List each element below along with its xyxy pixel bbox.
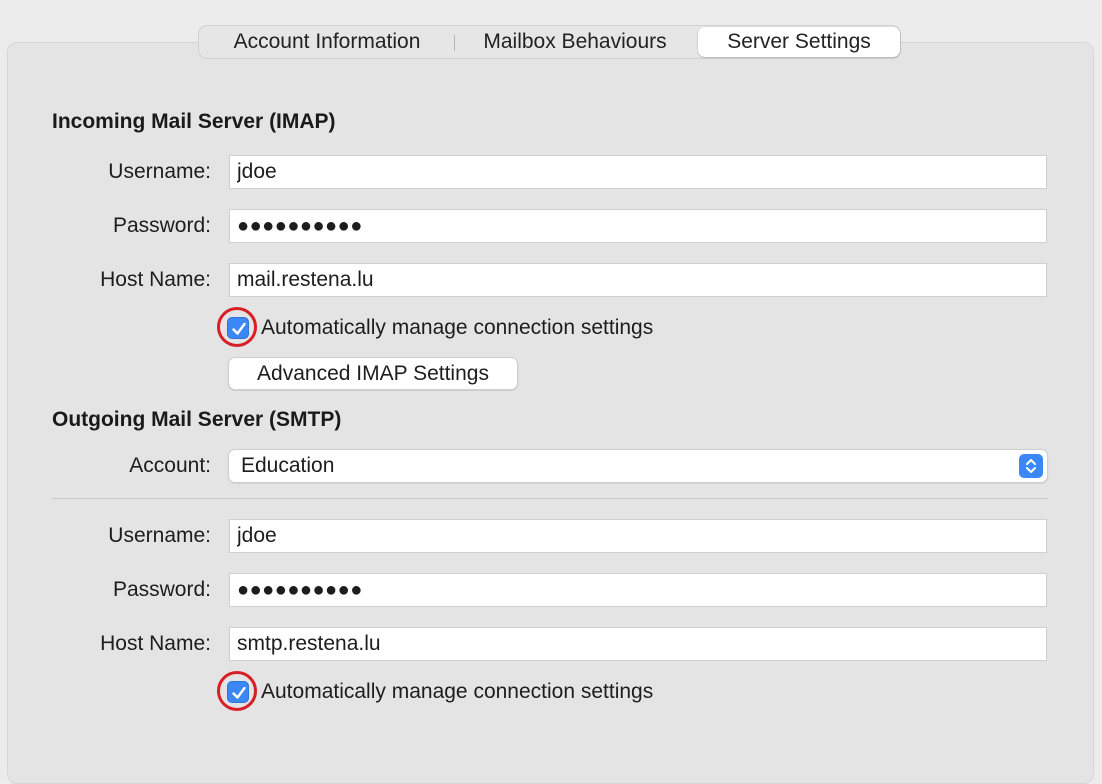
- tab-account-information[interactable]: Account Information: [201, 26, 453, 58]
- incoming-username-field[interactable]: [229, 155, 1047, 189]
- outgoing-host-field[interactable]: [229, 627, 1047, 661]
- incoming-username-label: Username:: [108, 160, 211, 183]
- outgoing-username-field[interactable]: [229, 519, 1047, 553]
- incoming-auto-manage-label[interactable]: Automatically manage connection settings: [261, 307, 653, 349]
- tab-mailbox-behaviours[interactable]: Mailbox Behaviours: [457, 26, 693, 58]
- incoming-auto-manage-checkbox[interactable]: [227, 317, 249, 339]
- outgoing-auto-manage-label[interactable]: Automatically manage connection settings: [261, 671, 653, 713]
- outgoing-account-popup[interactable]: Education: [228, 449, 1048, 483]
- outgoing-auto-manage-checkbox[interactable]: [227, 681, 249, 703]
- section-divider: [52, 498, 1048, 499]
- incoming-section-title: Incoming Mail Server (IMAP): [52, 110, 336, 133]
- up-down-chevron-icon: [1019, 454, 1043, 478]
- outgoing-section-title: Outgoing Mail Server (SMTP): [52, 408, 342, 431]
- checkmark-icon: [232, 686, 246, 699]
- checkmark-icon: [232, 322, 246, 335]
- outgoing-host-label: Host Name:: [100, 632, 211, 655]
- outgoing-account-value: Education: [241, 454, 335, 477]
- incoming-password-label: Password:: [112, 214, 211, 237]
- outgoing-username-label: Username:: [108, 524, 211, 547]
- advanced-imap-settings-button[interactable]: Advanced IMAP Settings: [228, 357, 518, 390]
- outgoing-password-label: Password:: [112, 578, 211, 601]
- incoming-host-label: Host Name:: [100, 268, 211, 291]
- incoming-password-field[interactable]: ●●●●●●●●●●: [229, 209, 1047, 243]
- tab-separator: [454, 35, 455, 51]
- tab-bar: Account Information Mailbox Behaviours S…: [198, 25, 901, 59]
- outgoing-account-label: Account:: [129, 454, 211, 477]
- incoming-host-field[interactable]: [229, 263, 1047, 297]
- outgoing-password-field[interactable]: ●●●●●●●●●●: [229, 573, 1047, 607]
- tab-server-settings[interactable]: Server Settings: [698, 27, 900, 57]
